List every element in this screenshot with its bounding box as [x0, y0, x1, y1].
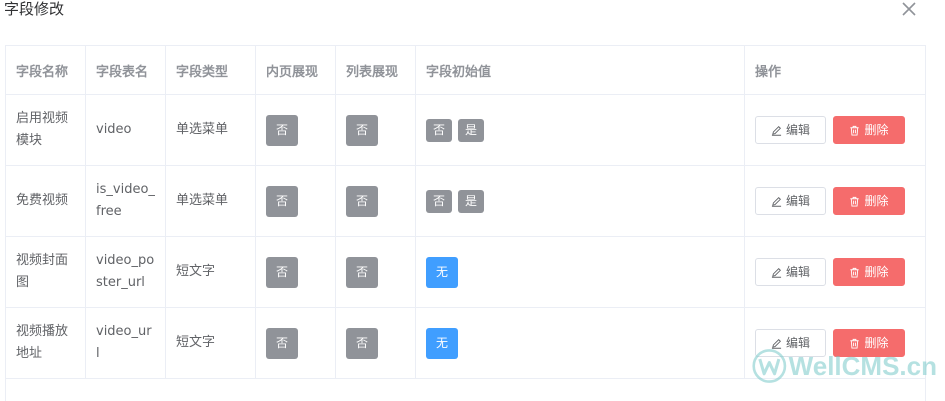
- initial-value-cell: 否是: [415, 165, 745, 237]
- trash-icon: [849, 196, 864, 207]
- table-row: 启用视频模块 video 单选菜单否否否是编辑 删除: [5, 94, 926, 166]
- delete-button-label: 删除: [864, 265, 889, 279]
- field-type-cell: 单选菜单: [165, 165, 256, 237]
- field-table-name-cell: video_url: [85, 307, 166, 379]
- initial-value-cell: 否是: [415, 94, 745, 166]
- field-type-cell: 短文字: [165, 236, 256, 308]
- edit-button-label: 编辑: [785, 265, 810, 279]
- edit-button-label: 编辑: [785, 336, 810, 350]
- delete-button-label: 删除: [864, 336, 889, 350]
- table-header-row: 字段名称 字段表名 字段类型 内页展现 列表展现 字段初始值 操作: [5, 45, 926, 95]
- table-row: 视频封面图 video_poster_url 短文字否否无编辑 删除: [5, 236, 926, 308]
- header-field-name: 字段名称: [5, 45, 86, 95]
- table-empty-row: [5, 378, 926, 401]
- initial-value-tag[interactable]: 是: [458, 189, 485, 213]
- delete-button[interactable]: 删除: [833, 187, 905, 215]
- field-table-name-cell: is_video_free: [85, 165, 166, 237]
- header-field-type: 字段类型: [165, 45, 256, 95]
- actions-cell: 编辑 删除: [744, 236, 926, 308]
- page-show-toggle[interactable]: 否: [266, 256, 299, 288]
- edit-button-label: 编辑: [785, 194, 810, 208]
- actions-cell: 编辑 删除: [744, 165, 926, 237]
- edit-icon: [771, 196, 786, 207]
- list-show-cell: 否: [335, 307, 416, 379]
- edit-button[interactable]: 编辑: [755, 329, 826, 357]
- edit-icon: [771, 267, 786, 278]
- field-name-cell: 视频封面图: [5, 236, 86, 308]
- page-show-toggle[interactable]: 否: [266, 114, 299, 146]
- edit-button[interactable]: 编辑: [755, 116, 826, 144]
- actions-cell: 编辑 删除: [744, 307, 926, 379]
- dialog-title: 字段修改: [4, 0, 65, 18]
- initial-value-tag[interactable]: 否: [426, 118, 453, 142]
- list-show-toggle[interactable]: 否: [346, 114, 379, 146]
- field-type-cell: 单选菜单: [165, 94, 256, 166]
- list-show-toggle[interactable]: 否: [346, 185, 379, 217]
- edit-button[interactable]: 编辑: [755, 187, 826, 215]
- trash-icon: [849, 338, 864, 349]
- field-name-cell: 视频播放地址: [5, 307, 86, 379]
- initial-value-tag[interactable]: 否: [426, 189, 453, 213]
- fields-table: 字段名称 字段表名 字段类型 内页展现 列表展现 字段初始值 操作 启用视频模块…: [5, 45, 926, 401]
- header-list-show: 列表展现: [335, 45, 416, 95]
- trash-icon: [849, 267, 864, 278]
- initial-value-cell: 无: [415, 307, 745, 379]
- delete-button[interactable]: 删除: [833, 258, 905, 286]
- empty-cell: [5, 378, 926, 401]
- initial-value-cell: 无: [415, 236, 745, 308]
- header-actions: 操作: [744, 45, 926, 95]
- edit-button[interactable]: 编辑: [755, 258, 826, 286]
- delete-button[interactable]: 删除: [833, 329, 905, 357]
- header-initial-value: 字段初始值: [415, 45, 745, 95]
- delete-button-label: 删除: [864, 123, 889, 137]
- close-icon[interactable]: [900, 0, 918, 18]
- field-name-cell: 启用视频模块: [5, 94, 86, 166]
- edit-button-label: 编辑: [785, 123, 810, 137]
- list-show-cell: 否: [335, 94, 416, 166]
- page-show-cell: 否: [255, 165, 336, 237]
- list-show-toggle[interactable]: 否: [346, 256, 379, 288]
- page-show-toggle[interactable]: 否: [266, 327, 299, 359]
- delete-button[interactable]: 删除: [833, 116, 905, 144]
- initial-value-tag[interactable]: 是: [458, 118, 485, 142]
- initial-value-tag[interactable]: 无: [426, 327, 459, 359]
- page-show-cell: 否: [255, 94, 336, 166]
- list-show-cell: 否: [335, 236, 416, 308]
- edit-icon: [771, 338, 786, 349]
- header-table-name: 字段表名: [85, 45, 166, 95]
- list-show-toggle[interactable]: 否: [346, 327, 379, 359]
- field-table-name-cell: video_poster_url: [85, 236, 166, 308]
- page-show-toggle[interactable]: 否: [266, 185, 299, 217]
- page-show-cell: 否: [255, 236, 336, 308]
- table-row: 免费视频 is_video_free 单选菜单否否否是编辑 删除: [5, 165, 926, 237]
- header-page-show: 内页展现: [255, 45, 336, 95]
- delete-button-label: 删除: [864, 194, 889, 208]
- field-name-cell: 免费视频: [5, 165, 86, 237]
- edit-icon: [771, 125, 786, 136]
- table-row: 视频播放地址 video_url 短文字否否无编辑 删除: [5, 307, 926, 379]
- actions-cell: 编辑 删除: [744, 94, 926, 166]
- list-show-cell: 否: [335, 165, 416, 237]
- initial-value-tag[interactable]: 无: [426, 256, 459, 288]
- field-type-cell: 短文字: [165, 307, 256, 379]
- field-table-name-cell: video: [85, 94, 166, 166]
- trash-icon: [849, 125, 864, 136]
- page-show-cell: 否: [255, 307, 336, 379]
